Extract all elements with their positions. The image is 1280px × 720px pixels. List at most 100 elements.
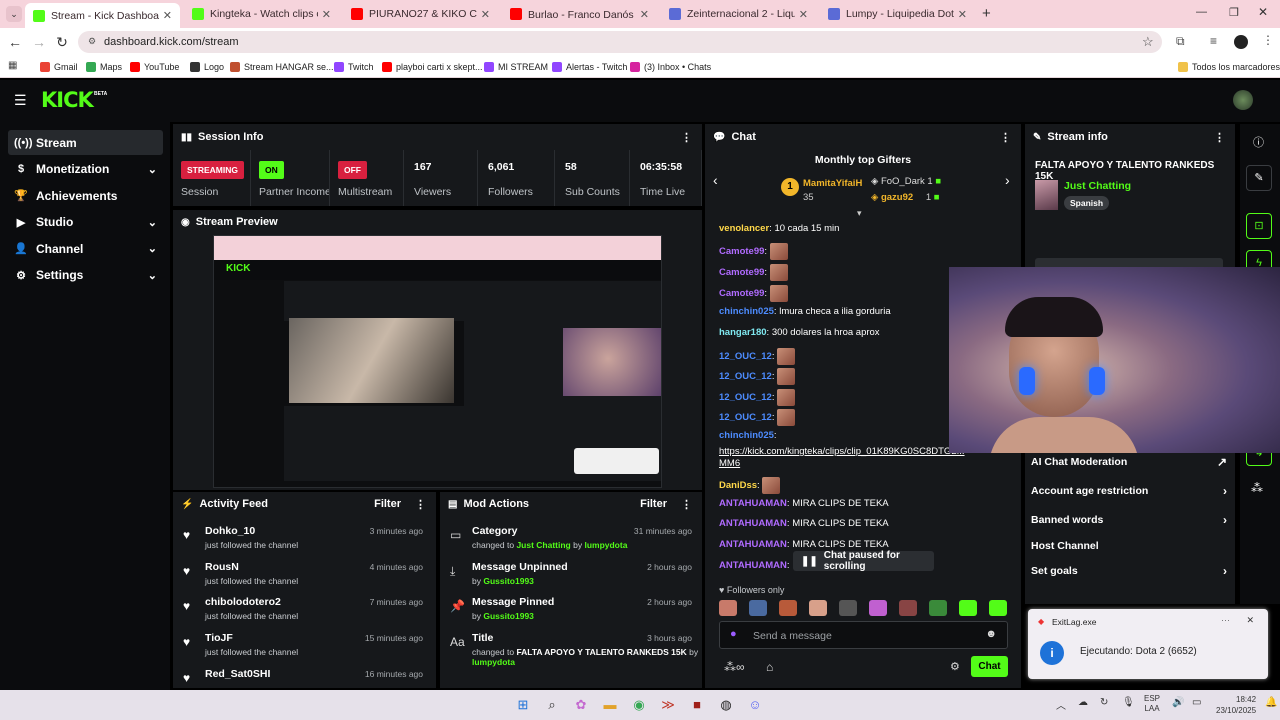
gifter-2-name[interactable]: FoO_Dark (881, 176, 925, 187)
bookmark-item[interactable]: Stream HANGAR se... (230, 59, 334, 75)
mod-action-row[interactable]: ⤓ Message Unpinned by Gussito1993 2 hours a… (442, 558, 702, 594)
mod-action-row[interactable]: ▭ Category changed to Just Chatting by lum… (442, 522, 702, 558)
moderator-name[interactable]: Gussito1993 (483, 576, 534, 586)
site-info-icon[interactable]: ⚙ (88, 36, 96, 47)
copilot-icon[interactable]: ✿ (570, 694, 592, 716)
moderator-name[interactable]: Gussito1993 (483, 611, 534, 621)
address-bar[interactable]: dashboard.kick.com/stream (78, 31, 1162, 53)
discord-icon[interactable]: ☺ (744, 694, 766, 716)
follower-name[interactable]: RousN (205, 561, 239, 573)
sidebar-item-monetization[interactable]: $ Monetization ⌄ (8, 157, 163, 182)
chat-message[interactable]: ANTAHUAMAN: MIRA CLIPS DE TEKA (719, 498, 889, 509)
mod-action-row[interactable]: Aa Title changed to FALTA APOYO Y TALENTO … (442, 629, 702, 667)
chat-username[interactable]: chinchin025 (719, 306, 774, 317)
emote-icon[interactable] (809, 600, 827, 616)
chat-username[interactable]: ANTAHUAMAN (719, 518, 787, 529)
chat-username[interactable]: chinchin025 (719, 430, 774, 441)
chevron-right-icon[interactable]: › (1223, 564, 1227, 578)
chat-message[interactable]: chinchin025: lmura checa a ilia gorduria (719, 306, 891, 317)
more-options-icon[interactable]: ⋮ (1000, 131, 1011, 144)
chat-username[interactable]: DaniDss (719, 480, 757, 491)
hamburger-menu-icon[interactable]: ☰ (14, 92, 27, 109)
chat-message[interactable]: Camote99: (719, 243, 788, 260)
battery-icon[interactable]: ▭ (1192, 697, 1201, 708)
apps-grid-icon[interactable]: ▦ (8, 60, 17, 71)
exitlag-notification[interactable]: ◆ ExitLag.exe ··· ✕ i Ejecutando: Dota 2… (1028, 609, 1268, 679)
back-icon[interactable]: ← (4, 31, 26, 53)
activity-filter-button[interactable]: Filter (374, 498, 401, 510)
emote-icon[interactable] (749, 600, 767, 616)
close-tab-icon[interactable]: ✕ (163, 9, 172, 22)
info-icon[interactable]: ⓘ (1253, 134, 1264, 150)
more-options-icon[interactable]: ⋮ (681, 131, 692, 144)
chat-settings-icon[interactable]: ⚙ (950, 660, 960, 673)
chat-username[interactable]: Camote99 (719, 288, 764, 299)
stream-preview-video[interactable]: KICK (213, 235, 662, 488)
chat-username[interactable]: Camote99 (719, 267, 764, 278)
chat-message[interactable]: DaniDss: (719, 477, 781, 494)
sidebar-item-studio[interactable]: ▶ Studio ⌄ (8, 210, 163, 235)
bookmark-item[interactable]: playboi carti x skept... (382, 59, 483, 75)
edit-icon[interactable]: ✎ (1246, 165, 1272, 191)
emote-icon[interactable] (839, 600, 857, 616)
search-icon[interactable]: ⌕ (541, 694, 563, 716)
chat-message[interactable]: venolancer: 10 cada 15 min (719, 223, 839, 234)
chat-username[interactable]: hangar180 (719, 327, 767, 338)
sidebar-item-achievements[interactable]: 🏆 Achievements (8, 183, 163, 208)
mic-icon[interactable]: ● (730, 628, 737, 640)
setting-host-channel[interactable]: Host Channel (1031, 534, 1227, 558)
more-options-icon[interactable]: ⋮ (415, 498, 426, 511)
chat-message[interactable]: ANTAHUAMAN: MIRA CLIPS DE TEKA (719, 518, 889, 529)
chat-message[interactable]: 12_OUC_12: (719, 409, 796, 426)
moderator-name[interactable]: lumpydota (584, 540, 627, 550)
bookmark-item[interactable]: (3) Inbox • Chats (630, 59, 711, 75)
media-icon[interactable]: ≡ (1210, 34, 1217, 48)
activity-row[interactable]: ♥ chibolodotero2 just followed the channel… (173, 593, 433, 629)
more-options-icon[interactable]: ⋮ (681, 498, 692, 511)
menu-icon[interactable]: ⋮ (1262, 33, 1274, 47)
sidebar-item-channel[interactable]: 👤 Channel ⌄ (8, 236, 163, 261)
extensions-icon[interactable]: ⧉ (1176, 34, 1185, 49)
file-explorer-icon[interactable]: ▬ (599, 694, 621, 716)
chat-username[interactable]: venolancer (719, 223, 769, 234)
gifter-3-name[interactable]: gazu92 (881, 192, 913, 203)
emote-icon[interactable] (719, 600, 737, 616)
chat-username[interactable]: Camote99 (719, 246, 764, 257)
new-tab-button[interactable]: + (982, 5, 991, 22)
chat-send-button[interactable]: Chat (971, 656, 1008, 677)
sidebar-item-settings[interactable]: ⚙ Settings ⌄ (8, 263, 163, 288)
overlay-icon[interactable]: ⊡ (1246, 213, 1272, 239)
sidebar-item-stream[interactable]: ((•)) Stream (8, 130, 163, 155)
kick-logo[interactable]: KICK (41, 88, 94, 112)
external-link-icon[interactable]: ↗ (1217, 455, 1227, 469)
bookmark-item[interactable]: Twitch (334, 59, 374, 75)
forward-icon[interactable]: → (28, 31, 50, 53)
gifter-1-name[interactable]: MamitaYifaiH (803, 178, 862, 189)
notifications-icon[interactable]: 🔔 (1265, 697, 1277, 708)
chat-username[interactable]: 12_OUC_12 (719, 371, 772, 382)
chevron-down-icon[interactable]: ⌄ (148, 216, 157, 229)
input-language[interactable]: ESP LAA (1144, 694, 1160, 714)
chat-link-cont[interactable]: MM6 (719, 458, 740, 469)
setting-ai-chat-moderation[interactable]: AI Chat Moderation ↗ (1031, 450, 1227, 474)
user-avatar[interactable] (1233, 90, 1253, 110)
chevron-right-icon[interactable]: › (1223, 513, 1227, 527)
chat-username[interactable]: ANTAHUAMAN (719, 539, 787, 550)
emote-icon[interactable] (929, 600, 947, 616)
activity-row[interactable]: ♥ TioJF just followed the channel 15 minute… (173, 629, 433, 665)
more-options-icon[interactable]: ⋮ (1214, 131, 1225, 144)
store-icon[interactable]: ⌂ (766, 660, 773, 674)
all-bookmarks[interactable]: Todos los marcadores (1178, 59, 1280, 75)
activity-row[interactable]: ♥ Red_Sat0SHI 16 minutes ago (173, 665, 433, 682)
follower-name[interactable]: TioJF (205, 632, 233, 644)
activity-row[interactable]: ♥ RousN just followed the channel 4 minutes… (173, 558, 433, 594)
community-icon[interactable]: ⁂∞ (724, 660, 745, 674)
chat-message[interactable]: 12_OUC_12: (719, 368, 796, 385)
chat-message[interactable]: hangar180: 300 dolares la hroa aprox (719, 327, 880, 338)
chevron-down-icon[interactable]: ⌄ (148, 242, 157, 255)
tray-update-icon[interactable]: ↻ (1100, 697, 1108, 708)
setting-banned-words[interactable]: Banned words › (1031, 508, 1227, 532)
bookmark-star-icon[interactable]: ☆ (1142, 34, 1154, 50)
emoji-icon[interactable]: ☻ (985, 628, 997, 640)
bookmark-item[interactable]: Logo (190, 59, 224, 75)
